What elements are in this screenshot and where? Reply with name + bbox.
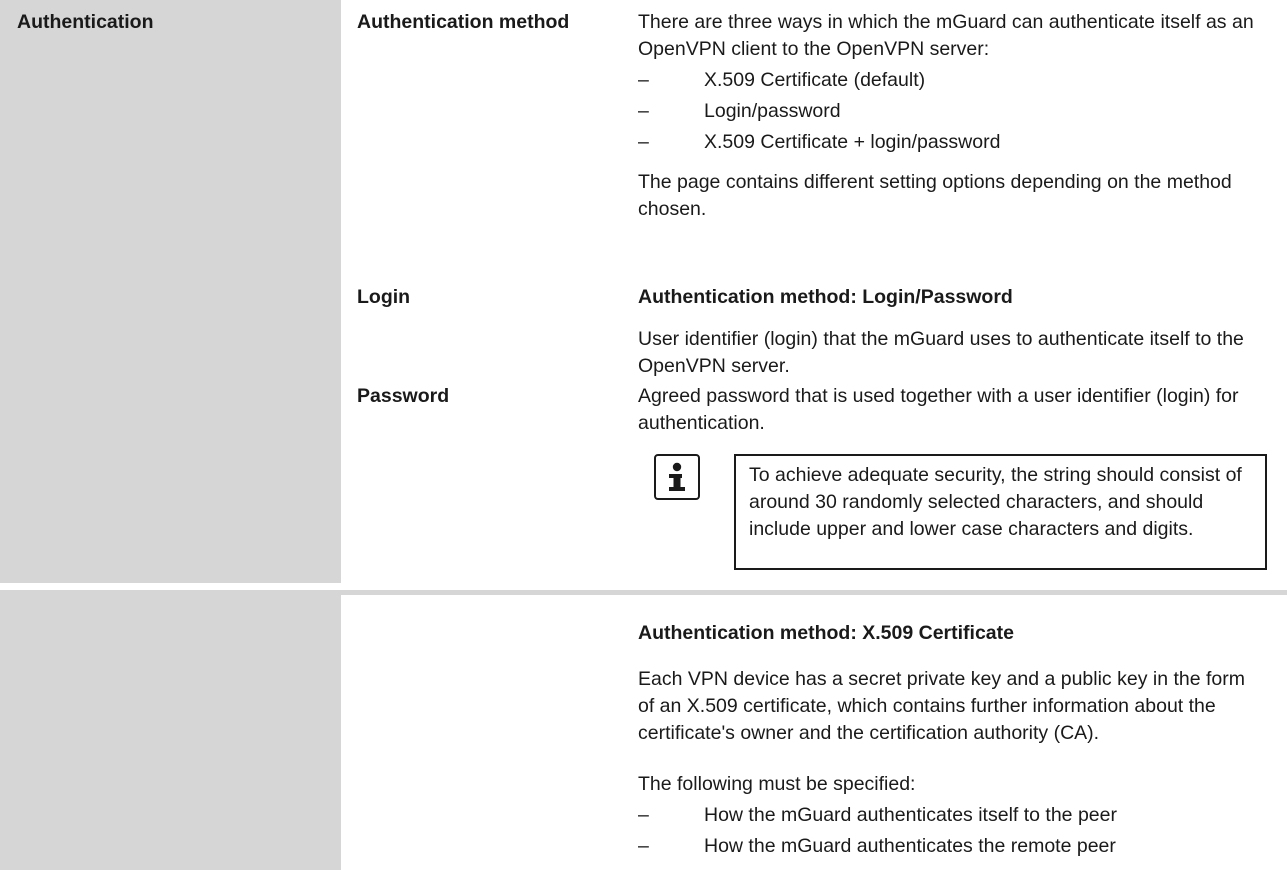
document-page: Authentication Authentication method The…: [0, 0, 1287, 870]
info-glyph: [669, 462, 685, 491]
login-heading: Authentication method: Login/Password: [638, 286, 1013, 308]
method-intro: There are three ways in which the mGuard…: [638, 11, 1254, 60]
info-note: To achieve adequate security, the string…: [734, 454, 1267, 570]
password-label: Password: [357, 385, 450, 407]
method-option-3: – X.509 Certificate + login/password: [638, 131, 1001, 153]
method-label: Authentication method: [357, 11, 570, 33]
x509-item-1: – How the mGuard authenticates itself to …: [638, 804, 1117, 826]
x509-item-2: – How the mGuard authenticates the remote…: [638, 835, 1116, 857]
section-band-lower: [0, 590, 341, 870]
x509-description: Each VPN device has a secret private key…: [638, 668, 1245, 744]
x509-spec-intro: The following must be specified:: [638, 773, 916, 795]
x509-spec: The following must be specified: – How th…: [638, 771, 1268, 860]
method-note: The page contains different setting opti…: [638, 171, 1232, 220]
method-option-1: – X.509 Certificate (default): [638, 69, 926, 91]
section-band: [0, 0, 341, 583]
login-description: User identifier (login) that the mGuard …: [638, 328, 1244, 377]
x509-heading: Authentication method: X.509 Certificate: [638, 622, 1014, 644]
section-band-divider: [341, 590, 1287, 595]
section-label: Authentication: [17, 11, 154, 33]
info-note-text: To achieve adequate security, the string…: [749, 464, 1242, 540]
login-label: Login: [357, 286, 411, 308]
password-description: Agreed password that is used together wi…: [638, 385, 1239, 434]
method-option-2: – Login/password: [638, 100, 841, 122]
info-icon: [654, 454, 700, 500]
method-description: There are three ways in which the mGuard…: [638, 9, 1268, 223]
